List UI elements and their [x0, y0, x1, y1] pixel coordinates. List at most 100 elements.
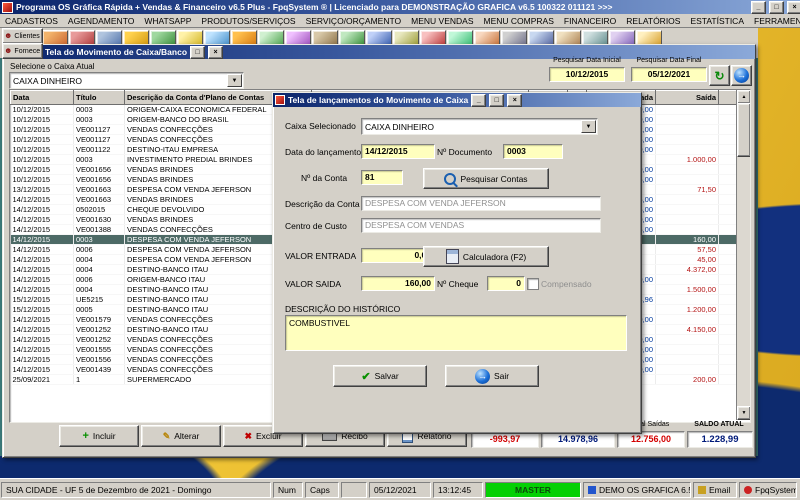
status-brand: FpqSystem: [739, 481, 797, 498]
salvar-button[interactable]: ✔ Salvar: [333, 365, 427, 387]
minimize-icon[interactable]: _: [751, 0, 766, 14]
cell: 14/12/2015: [10, 224, 74, 235]
menu-item-ferramentas[interactable]: FERRAMENTAS: [749, 16, 800, 26]
cell: [655, 364, 719, 375]
clientes-button[interactable]: ☻ Clientes: [2, 28, 43, 44]
search-refresh-button[interactable]: ↻: [709, 65, 730, 86]
cheque-input[interactable]: 0: [487, 276, 525, 291]
status-caps: Caps: [305, 481, 339, 498]
cell: 160,00: [655, 234, 719, 245]
movement-window-title: Tela do Movimento de Caixa/Banco: [45, 47, 188, 57]
desc-conta-label: Descrição da Conta: [285, 199, 360, 209]
close-icon[interactable]: ×: [208, 45, 224, 59]
cell: 10/12/2015: [10, 174, 74, 185]
cell: [655, 294, 719, 305]
go-button[interactable]: →: [731, 65, 752, 86]
valor-saida-label: VALOR SAIDA: [285, 279, 342, 289]
minimize-icon[interactable]: _: [471, 93, 487, 107]
date-end-label: Pesquisar Data Final: [636, 57, 702, 64]
cell: 15/12/2015: [10, 304, 74, 315]
lancamento-dialog: Tela de lançamentos do Movimento de Caix…: [272, 92, 642, 434]
caixa-select[interactable]: CAIXA DINHEIRO ▼: [9, 72, 244, 89]
alterar-button[interactable]: ✎ Alterar: [141, 425, 221, 447]
app-icon: [2, 1, 13, 13]
menu-item-servi-o-or-amento[interactable]: SERVIÇO/ORÇAMENTO: [301, 16, 407, 26]
compensado-label: Compensado: [541, 279, 592, 289]
compensado-checkbox[interactable]: [527, 278, 539, 290]
status-location: SUA CIDADE - UF 5 de Dezembro de 2021 - …: [1, 481, 271, 498]
cell: [655, 134, 719, 145]
cell: 4.372,00: [655, 264, 719, 275]
search-icon: [444, 172, 457, 185]
menu-item-whatsapp[interactable]: WHATSAPP: [139, 16, 196, 26]
cell: 0003: [73, 234, 125, 245]
menu-item-menu-compras[interactable]: MENU COMPRAS: [479, 16, 559, 26]
documento-input[interactable]: 0003: [503, 144, 563, 159]
scroll-up-icon[interactable]: ▲: [737, 90, 750, 104]
date-end-input[interactable]: 05/12/2021: [631, 67, 707, 82]
maximize-icon[interactable]: □: [489, 93, 505, 107]
saldo-atual-value: 1.228,99: [687, 431, 753, 448]
menu-item-estat-stica[interactable]: ESTATÍSTICA: [685, 16, 749, 26]
column-header-data[interactable]: Data: [10, 90, 74, 105]
dialog-caixa-select[interactable]: CAIXA DINHEIRO ▼: [361, 118, 598, 135]
status-spacer: [341, 481, 367, 498]
historico-textarea[interactable]: COMBUSTIVEL: [285, 315, 627, 351]
menu-item-cadastros[interactable]: CADASTROS: [0, 16, 63, 26]
cell: 10/12/2015: [10, 114, 74, 125]
pesquisar-contas-button[interactable]: Pesquisar Contas: [423, 168, 549, 189]
column-header-t-tulo[interactable]: Título: [73, 90, 125, 105]
menu-item-menu-vendas[interactable]: MENU VENDAS: [406, 16, 478, 26]
maximize-icon[interactable]: □: [769, 0, 784, 14]
plus-icon: +: [82, 430, 89, 442]
cell: [655, 344, 719, 355]
cell: UE5215: [73, 294, 125, 305]
person-icon: ☻: [4, 31, 13, 40]
cell: 1.500,00: [655, 284, 719, 295]
fornecedores-label: Fornece: [14, 47, 41, 55]
menu-item-produtos-servi-os[interactable]: PRODUTOS/SERVIÇOS: [196, 16, 300, 26]
status-text: 05/12/2021: [374, 484, 417, 495]
incluir-button[interactable]: + Incluir: [59, 425, 139, 447]
chevron-down-icon[interactable]: ▼: [581, 120, 596, 133]
dialog-caixa-value: CAIXA DINHEIRO: [365, 121, 434, 132]
menu-item-relat-rios[interactable]: RELATÓRIOS: [621, 16, 685, 26]
valor-saida-input[interactable]: 160,00: [361, 276, 435, 291]
conta-input[interactable]: 81: [361, 170, 403, 185]
date-start-label: Pesquisar Data Inicial: [553, 57, 621, 64]
cell: 14/12/2015: [10, 364, 74, 375]
cell: 14/12/2015: [10, 254, 74, 265]
app-title: Programa OS Gráfica Rápida + Vendas & Fi…: [16, 2, 613, 12]
caixa-value: CAIXA DINHEIRO: [13, 75, 82, 86]
vertical-scrollbar[interactable]: ▲ ▼: [736, 90, 750, 420]
chevron-down-icon[interactable]: ▼: [227, 74, 242, 87]
cell: [655, 194, 719, 205]
centro-custo-field: DESPESA COM VENDAS: [361, 218, 601, 233]
cell: [655, 174, 719, 185]
sair-button[interactable]: → Sair: [445, 365, 539, 387]
cell: 4.150,00: [655, 324, 719, 335]
close-icon[interactable]: ×: [787, 0, 800, 14]
menu-item-financeiro[interactable]: FINANCEIRO: [559, 16, 621, 26]
status-email: Email: [693, 481, 737, 498]
cell: [655, 104, 719, 115]
data-lancamento-input[interactable]: 14/12/2015: [361, 144, 435, 159]
calculadora-button[interactable]: Calculadora (F2): [423, 246, 549, 267]
scrollbar-thumb[interactable]: [737, 103, 750, 157]
cell: VE001122: [73, 144, 125, 155]
cell: 14/12/2015: [10, 214, 74, 225]
menu-item-agendamento[interactable]: AGENDAMENTO: [63, 16, 139, 26]
cell: VE001439: [73, 364, 125, 375]
saldo-atual-label: SALDO ATUAL: [694, 421, 744, 428]
fornecedores-button[interactable]: ☻ Fornece: [2, 43, 43, 59]
date-start-input[interactable]: 10/12/2015: [549, 67, 625, 82]
cell: 200,00: [655, 374, 719, 385]
email-icon: [698, 485, 706, 494]
select-caixa-label: Selecione o Caixa Atual: [10, 62, 95, 71]
column-header-sa-da[interactable]: Saída: [655, 90, 719, 105]
cell: 14/12/2015: [10, 314, 74, 325]
scroll-down-icon[interactable]: ▼: [737, 406, 750, 420]
maximize-icon[interactable]: □: [190, 45, 206, 59]
pencil-icon: ✎: [162, 430, 171, 441]
close-icon[interactable]: ×: [507, 93, 523, 107]
